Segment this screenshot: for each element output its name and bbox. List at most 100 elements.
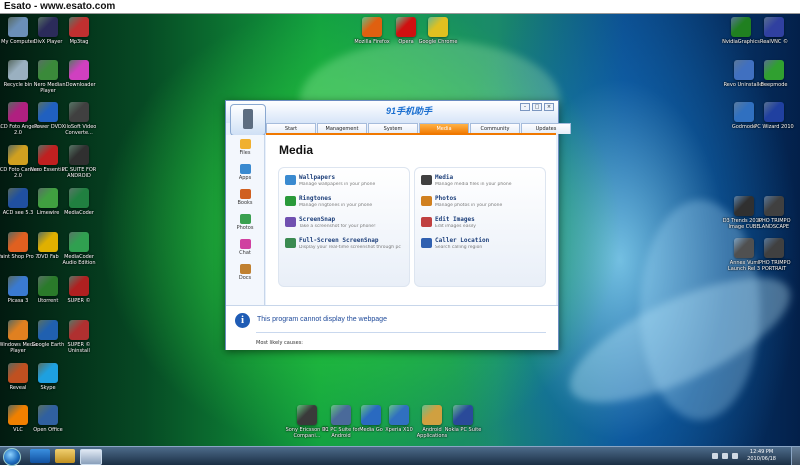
desktop-icon-xilosoft-video-converte[interactable]: XiloSoft Video Converte... [57,102,101,136]
sidebar-item-label: Photos [236,225,254,231]
sony-ericsson-pc-compani-icon [297,405,317,425]
mozilla-firefox-icon [362,17,382,37]
desktop-icon-label: Mp3tag [69,39,89,45]
window-header[interactable]: 91手机助手 – □ × [226,101,558,136]
super-icon [69,276,89,296]
revo-uninstaller-icon [734,60,754,80]
clock-date: 2010/06/18 [747,456,776,462]
error-panel: i This program cannot display the webpag… [226,305,558,350]
feature-title[interactable]: Caller Location [435,237,489,244]
sidebar-item-photos[interactable]: Photos [226,214,264,231]
tray-flag-icon[interactable] [712,453,718,459]
desktop-icon-label: Google Chrome [418,39,458,45]
feature-title[interactable]: Ringtones [299,195,332,202]
maximize-icon[interactable]: □ [532,103,542,111]
feature-title[interactable]: Photos [435,195,457,202]
feature-screensnap[interactable]: ScreenSnap Take a screenshot for your pho… [285,216,409,234]
feature-full-screen-screensnap[interactable]: Full-Screen ScreenSnap Display your real-… [285,237,409,255]
sidebar: Files Apps Books Photos Chat Docs [226,135,265,305]
feature-description: Manage photos in your phone [435,203,503,208]
desktop-icon-mp3tag[interactable]: Mp3tag [57,17,101,45]
desktop-icon-label: MediaCoder Audio Edition [62,254,96,266]
feature-caller-location[interactable]: Caller Location Search calling region [421,237,545,255]
desktop-icon-mediacoder-audio-edition[interactable]: MediaCoder Audio Edition [57,232,101,266]
desktop-icon-super-uninstall[interactable]: SUPER © Uninstall [57,320,101,354]
sidebar-item-books[interactable]: Books [226,189,264,206]
opera-icon [396,17,416,37]
desktop-icon-realvnc[interactable]: RealVNC © [752,17,796,45]
nvidiagraphics-icon [731,17,751,37]
start-button[interactable] [3,448,21,466]
limewire-icon [38,188,58,208]
feature-title[interactable]: ScreenSnap [299,216,335,223]
desktop-icon-label: RealVNC © [759,39,789,45]
feature-edit-images[interactable]: Edit Images Edit images easily [421,216,545,234]
desktop-icon-skype[interactable]: Skype [26,363,70,391]
sidebar-item-label: Apps [238,175,252,181]
clock[interactable]: 12:49 PM 2010/06/18 [747,449,776,463]
xperia-x10-icon [389,405,409,425]
windows-media-player-icon [8,320,28,340]
minimize-icon[interactable]: – [520,103,530,111]
desktop-icon-label: nDownloader [62,82,96,88]
pc-suite-for-android-icon [69,145,89,165]
phone-assistant-window[interactable]: 91手机助手 – □ × Start Management System Media C… [225,100,571,350]
sidebar-item-chat[interactable]: Chat [226,239,264,256]
feature-ringtones[interactable]: Ringtones Manage ringtones in your phone [285,195,409,213]
desktop-icon-label: SUPER © Uninstall [67,342,91,354]
full-screen-screensnap-icon [285,238,296,248]
divider [256,332,546,333]
sidebar-item-label: Books [237,200,253,206]
google-earth-icon [38,320,58,340]
my-computer-icon [8,17,28,37]
desktop-icon-label: Skype [40,385,56,391]
tray-network-icon[interactable] [722,453,728,459]
window-controls: – □ × [520,103,554,111]
desktop-icon-label: MediaCoder [64,210,94,216]
show-desktop-button[interactable] [791,447,800,465]
feature-title[interactable]: Full-Screen ScreenSnap [299,237,378,244]
taskbar: 12:49 PM 2010/06/18 [0,446,800,466]
feature-media[interactable]: Media Manage media files in your phone [421,174,545,192]
feature-title[interactable]: Media [435,174,453,181]
wallpapers-icon [285,175,296,185]
desktop-icon-google-chrome[interactable]: Google Chrome [416,17,460,45]
feature-photos[interactable]: Photos Manage photos in your phone [421,195,545,213]
utorrent-icon [38,276,58,296]
feature-wallpapers[interactable]: Wallpapers Manage wallpapers in your phon… [285,174,409,192]
feature-title[interactable]: Wallpapers [299,174,335,181]
realvnc-icon [764,17,784,37]
desktop-icon-mediacoder[interactable]: MediaCoder [57,188,101,216]
desktop-icon-super[interactable]: SUPER © [57,276,101,304]
desktop-icon-pc-wizard-2010[interactable]: PC Wizard 2010 [752,102,796,130]
mediacoder-icon [69,188,89,208]
tray-volume-icon[interactable] [732,453,738,459]
sidebar-item-docs[interactable]: Docs [226,264,264,281]
photos-icon [421,196,432,206]
d3-trends-2010-image-cube-icon [734,196,754,216]
internet-explorer-icon[interactable] [30,449,50,463]
desktop-icon-nokia-pc-suite[interactable]: Nokia PC Suite [441,405,485,433]
desktop-icon-ipho-trimpo-landscape[interactable]: IPHO TRIMPO LANDSCAPE [752,196,796,230]
desktop-icon-pc-suite-for-android[interactable]: PC SUITE FOR ANDROID [57,145,101,179]
android-applications-icon [422,405,442,425]
info-icon: i [235,313,250,328]
screensnap-icon [285,217,296,227]
folder-icon[interactable] [55,449,75,463]
desktop-icon-label: PC SUITE FOR ANDROID [61,167,97,179]
nokia-pc-suite-icon [453,405,473,425]
paint-shop-pro-7-icon [8,232,28,252]
feature-description: Display your real-time screenshot throug… [299,245,401,250]
desktop-icon-ndownloader[interactable]: nDownloader [57,60,101,88]
desktop-icon-ipho-trimpo-portrait[interactable]: IPHO TRIMPO PORTRAIT [752,238,796,272]
desktop-icon-open-office[interactable]: Open Office [26,405,70,433]
sidebar-item-files[interactable]: Files [226,139,264,156]
feature-description: Take a screenshot for your phone! [299,224,376,229]
taskbar-app-icon[interactable] [80,449,102,465]
sidebar-item-apps[interactable]: Apps [226,164,264,181]
desktop-icon-beepmode[interactable]: Beepmode [752,60,796,88]
beepmode-icon [764,60,784,80]
feature-title[interactable]: Edit Images [435,216,475,223]
close-icon[interactable]: × [544,103,554,111]
mediacoder-audio-edition-icon [69,232,89,252]
